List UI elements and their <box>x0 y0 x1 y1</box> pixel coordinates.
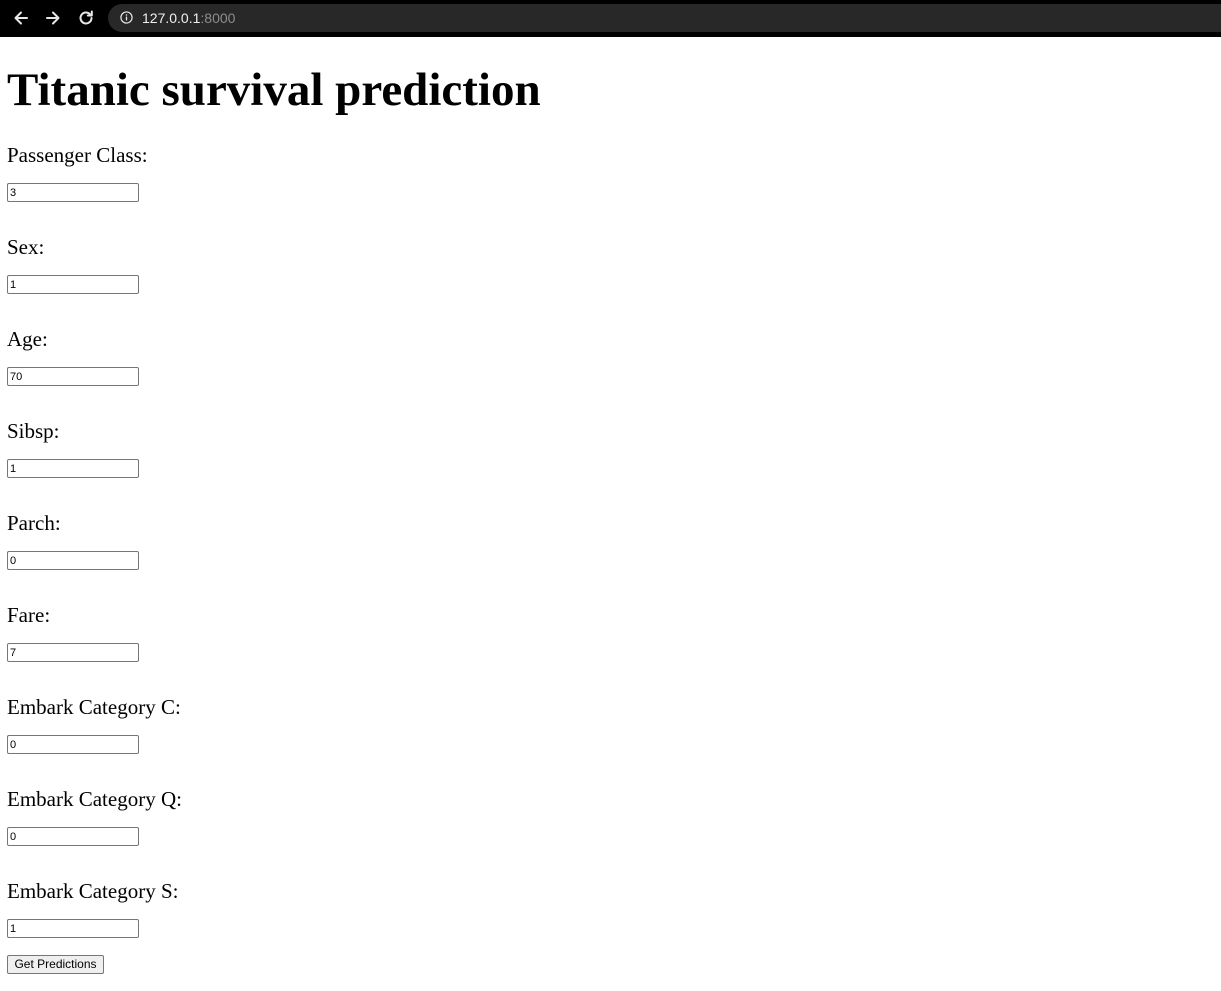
info-icon[interactable] <box>120 11 133 24</box>
url-port: :8000 <box>200 10 236 26</box>
sibsp-input[interactable] <box>7 459 139 478</box>
field-sibsp: Sibsp: <box>7 419 139 478</box>
age-input[interactable] <box>7 367 139 386</box>
page-title: Titanic survival prediction <box>7 64 541 116</box>
field-passenger-class: Passenger Class: <box>7 143 148 202</box>
field-label: Sex: <box>7 235 45 259</box>
url-host: 127.0.0.1 <box>142 10 201 26</box>
arrow-left-icon <box>14 11 28 25</box>
browser-toolbar: 127.0.0.1:8000 <box>0 0 1221 37</box>
address-bar[interactable]: 127.0.0.1:8000 <box>108 4 1221 32</box>
back-button[interactable] <box>10 7 32 29</box>
field-label: Age: <box>7 327 48 351</box>
field-label: Fare: <box>7 603 51 627</box>
field-embark-q: Embark Category Q: <box>7 787 182 846</box>
embark-c-input[interactable] <box>7 735 139 754</box>
sex-input[interactable] <box>7 275 139 294</box>
embark-s-input[interactable] <box>7 919 139 938</box>
url-text: 127.0.0.1:8000 <box>142 10 235 26</box>
field-label: Embark Category S: <box>7 879 179 903</box>
field-label: Embark Category C: <box>7 695 181 719</box>
reload-button[interactable] <box>75 7 97 29</box>
embark-q-input[interactable] <box>7 827 139 846</box>
get-predictions-button[interactable]: Get Predictions <box>7 955 104 974</box>
fare-input[interactable] <box>7 643 139 662</box>
field-fare: Fare: <box>7 603 139 662</box>
field-age: Age: <box>7 327 139 386</box>
field-label: Passenger Class: <box>7 143 148 167</box>
reload-icon <box>79 10 93 25</box>
field-embark-s: Embark Category S: <box>7 879 179 938</box>
passenger-class-input[interactable] <box>7 183 139 202</box>
forward-button[interactable] <box>42 7 64 29</box>
field-embark-c: Embark Category C: <box>7 695 181 754</box>
field-sex: Sex: <box>7 235 139 294</box>
field-label: Embark Category Q: <box>7 787 182 811</box>
parch-input[interactable] <box>7 551 139 570</box>
field-label: Parch: <box>7 511 61 535</box>
field-parch: Parch: <box>7 511 139 570</box>
arrow-right-icon <box>46 11 60 25</box>
field-label: Sibsp: <box>7 419 60 443</box>
